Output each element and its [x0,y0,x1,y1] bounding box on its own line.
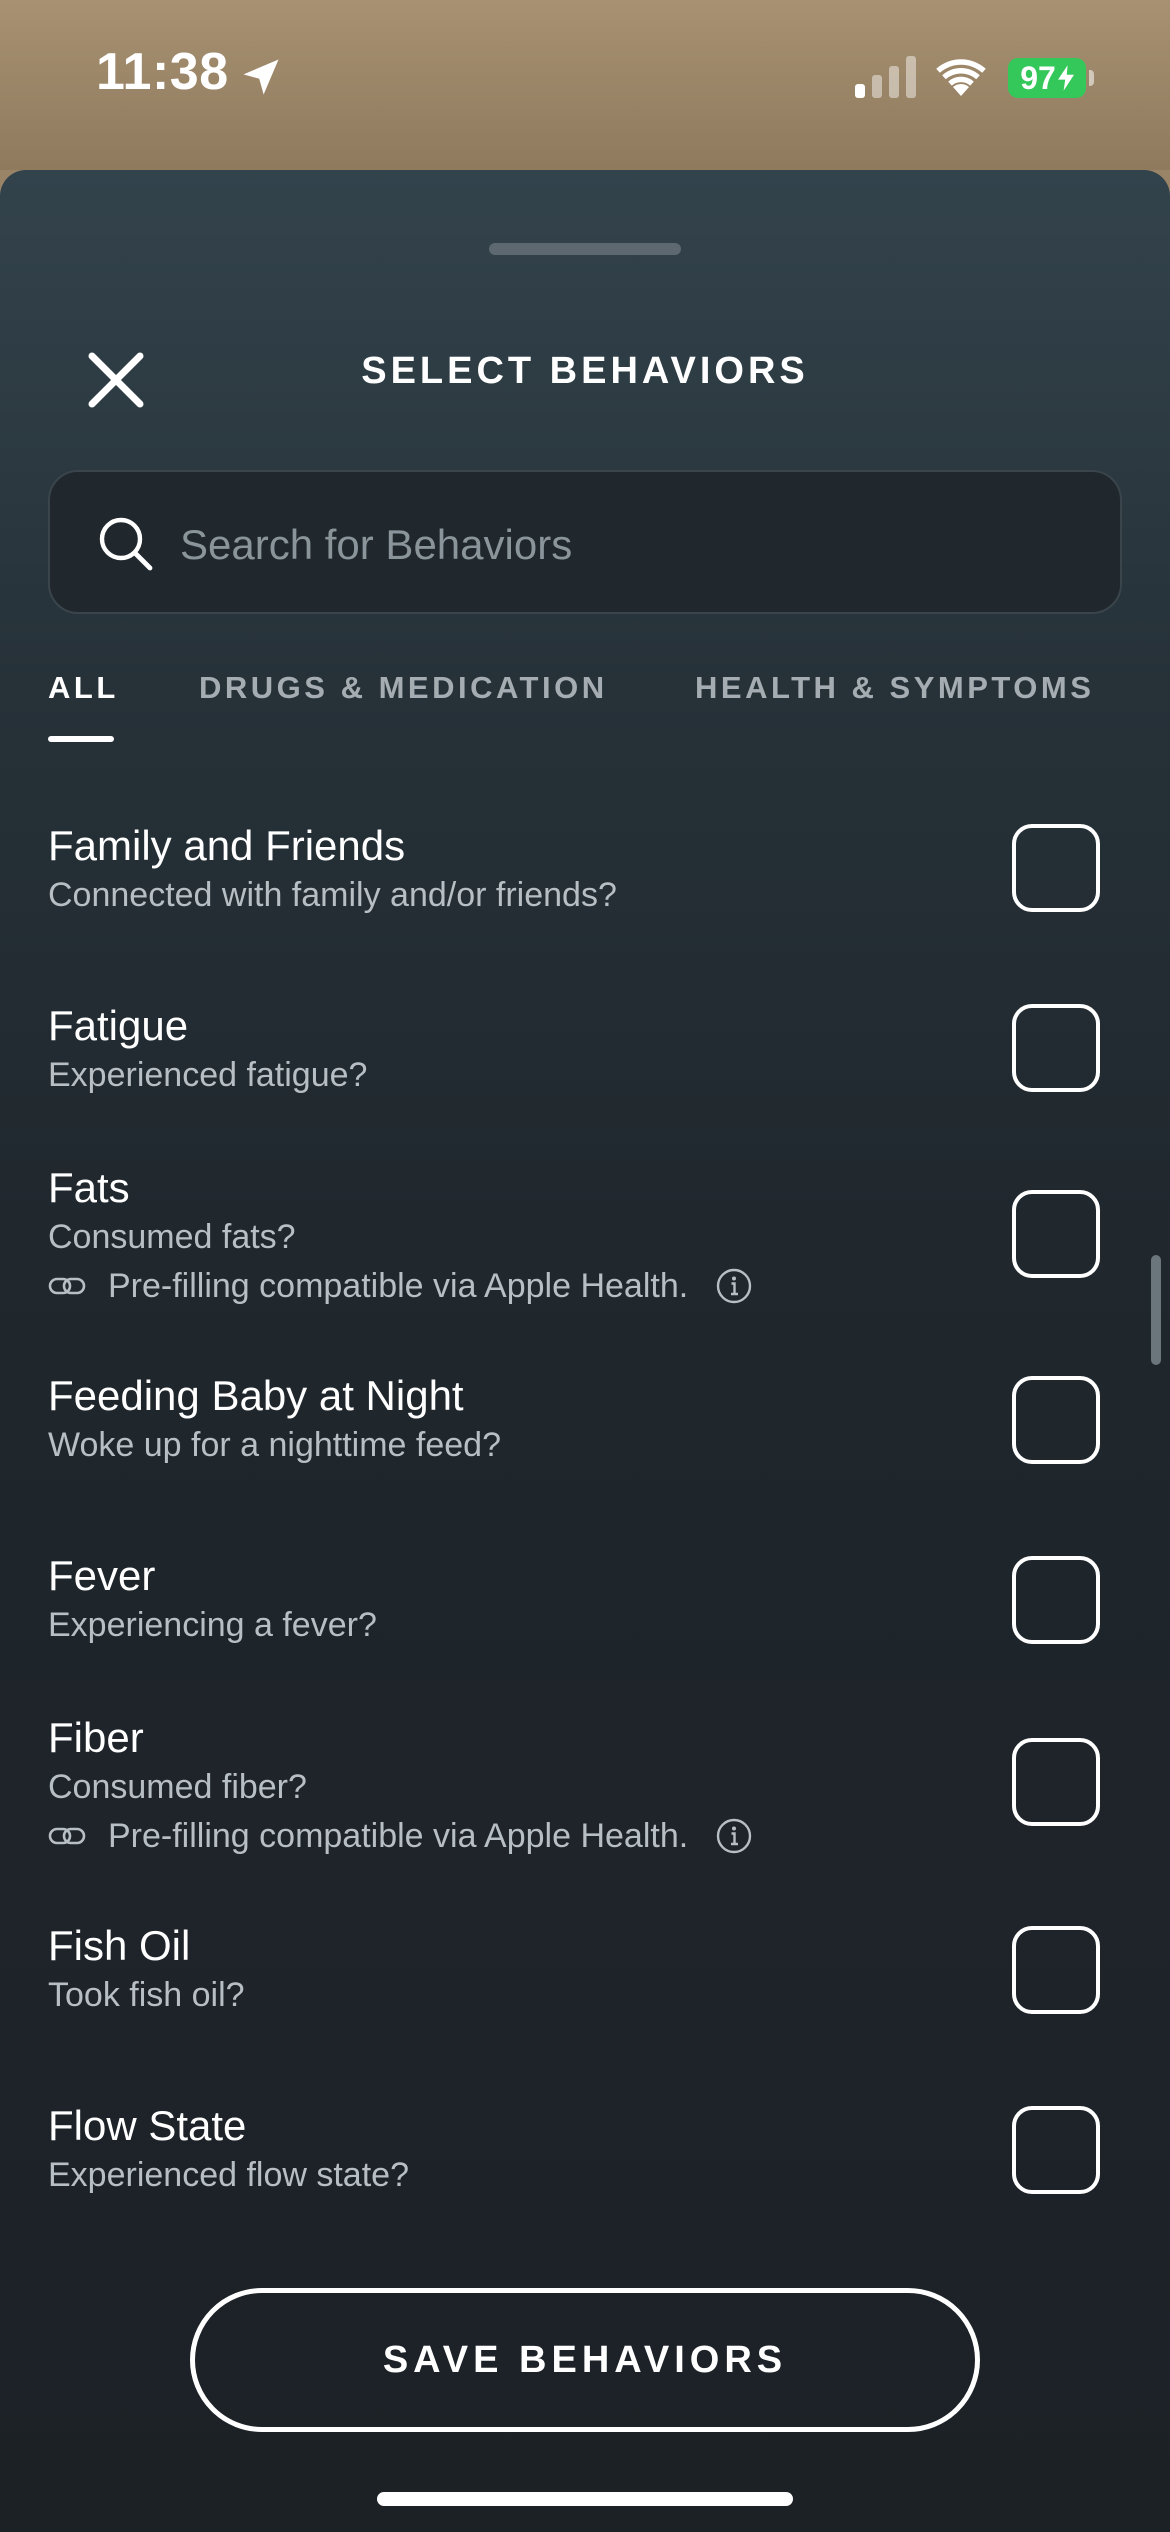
behavior-subtitle: Connected with family and/or friends? [48,876,617,914]
list-item[interactable]: Fatigue Experienced fatigue? [0,1002,1170,1152]
behavior-title: Fats [48,1164,130,1211]
battery-nub [1089,70,1094,86]
status-bar: 11:38 97 [0,0,1170,170]
behavior-checkbox[interactable] [1012,1738,1100,1826]
list-item[interactable]: Feeding Baby at Night Woke up for a nigh… [0,1372,1170,1522]
battery-level: 97 [1020,59,1056,96]
behavior-title: Family and Friends [48,822,406,869]
behavior-checkbox[interactable] [1012,1926,1100,2014]
save-behaviors-button[interactable]: SAVE BEHAVIORS [190,2288,980,2432]
behavior-subtitle: Experiencing a fever? [48,1606,377,1644]
list-item[interactable]: Fish Oil Took fish oil? [0,1922,1170,2072]
tab-health-symptoms[interactable]: HEALTH & SYMPTOMS [695,670,1094,706]
battery-indicator: 97 [1008,58,1086,98]
link-icon [48,1827,86,1845]
scrollbar[interactable] [1151,1255,1161,1365]
behavior-subtitle: Consumed fiber? [48,1768,307,1806]
status-time: 11:38 [96,43,229,101]
behavior-title: Flow State [48,2102,247,2149]
behavior-checkbox[interactable] [1012,1004,1100,1092]
list-item[interactable]: Flow State Experienced flow state? [0,2102,1170,2252]
behavior-subtitle: Experienced fatigue? [48,1056,368,1094]
behavior-subtitle: Consumed fats? [48,1218,296,1256]
list-item[interactable]: Family and Friends Connected with family… [0,822,1170,972]
category-tabs: ALL DRUGS & MEDICATION HEALTH & SYMPTOMS [0,670,1170,750]
behavior-checkbox[interactable] [1012,1376,1100,1464]
info-icon[interactable] [716,1268,752,1304]
prefill-text: Pre-filling compatible via Apple Health. [108,1816,689,1855]
location-arrow-icon [243,59,279,95]
behavior-checkbox[interactable] [1012,2106,1100,2194]
list-item[interactable]: Fiber Consumed fiber? Pre-filling compat… [0,1714,1170,1904]
behavior-subtitle: Took fish oil? [48,1976,245,2014]
prefill-note: Pre-filling compatible via Apple Health. [48,1814,752,1858]
sheet-grabber[interactable] [489,243,681,255]
charging-bolt-icon [1057,65,1074,91]
search-input[interactable] [178,502,1082,588]
behavior-subtitle: Woke up for a nighttime feed? [48,1426,501,1464]
active-tab-indicator [48,736,114,742]
prefill-note: Pre-filling compatible via Apple Health. [48,1264,752,1308]
behavior-checkbox[interactable] [1012,1556,1100,1644]
search-icon [99,517,153,571]
behavior-subtitle: Experienced flow state? [48,2156,409,2194]
info-icon[interactable] [716,1818,752,1854]
behavior-checkbox[interactable] [1012,824,1100,912]
behavior-title: Fiber [48,1714,144,1761]
behavior-title: Feeding Baby at Night [48,1372,464,1419]
prefill-text: Pre-filling compatible via Apple Health. [108,1266,689,1305]
list-item[interactable]: Fats Consumed fats? Pre-filling compatib… [0,1164,1170,1354]
home-indicator[interactable] [377,2492,793,2506]
behavior-checkbox[interactable] [1012,1190,1100,1278]
wifi-icon [936,59,986,96]
search-box[interactable] [48,470,1122,614]
page-title: SELECT BEHAVIORS [361,350,809,392]
list-item[interactable]: Fever Experiencing a fever? [0,1552,1170,1702]
tab-all[interactable]: ALL [48,670,119,706]
link-icon [48,1277,86,1295]
behaviors-sheet: SELECT BEHAVIORS ALL DRUGS & MEDICATION … [0,170,1170,2532]
cellular-signal-icon [855,56,916,98]
tab-drugs-medication[interactable]: DRUGS & MEDICATION [199,670,608,706]
behavior-title: Fatigue [48,1002,189,1049]
behavior-title: Fever [48,1552,156,1599]
behavior-title: Fish Oil [48,1922,191,1969]
